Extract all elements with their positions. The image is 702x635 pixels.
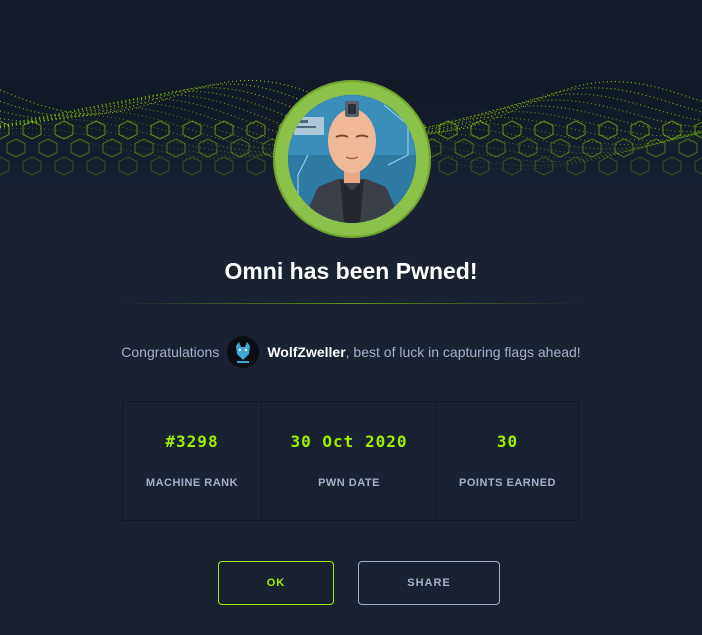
stat-pwn-date: 30 Oct 2020 PWN DATE (262, 402, 437, 520)
points-earned-value: 30 (496, 432, 519, 451)
congrats-prefix: Congratulations (121, 344, 220, 360)
stat-machine-rank: #3298 MACHINE RANK (123, 402, 262, 520)
points-earned-label: POINTS EARNED (459, 477, 556, 489)
machine-rank-value: #3298 (165, 432, 219, 451)
machine-avatar (273, 80, 431, 238)
user-avatar[interactable] (227, 336, 260, 368)
pwned-modal: Omni has been Pwned! Congratulations Wol… (0, 0, 702, 635)
title-divider (124, 303, 578, 304)
pwn-date-label: PWN DATE (318, 477, 380, 489)
pwn-date-value: 30 Oct 2020 (290, 432, 408, 451)
stats-panel: #3298 MACHINE RANK 30 Oct 2020 PWN DATE … (122, 401, 579, 521)
machine-rank-label: MACHINE RANK (145, 477, 239, 489)
android-avatar-image (288, 95, 416, 223)
username-link[interactable]: WolfZweller (267, 344, 345, 360)
share-button[interactable]: SHARE (358, 561, 500, 605)
congrats-message: Congratulations WolfZweller , best of lu… (0, 336, 702, 368)
congrats-suffix: , best of luck in capturing flags ahead! (345, 344, 581, 360)
ok-button[interactable]: OK (218, 561, 334, 605)
stat-points-earned: 30 POINTS EARNED (437, 402, 578, 520)
page-title: Omni has been Pwned! (224, 258, 478, 284)
